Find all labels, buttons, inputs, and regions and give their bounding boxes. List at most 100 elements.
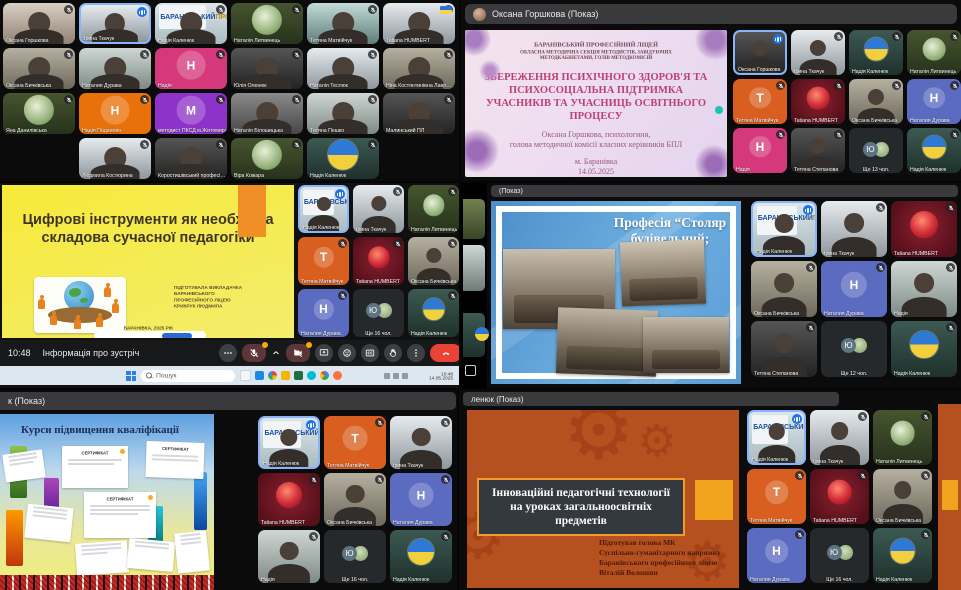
figure-shape [112,303,119,313]
mic-off-button[interactable] [242,344,266,362]
app-icon-excel[interactable] [294,371,303,380]
participant-tile[interactable]: Наталія Литвинець [231,3,303,44]
app-icon-firefox[interactable] [333,371,342,380]
participant-name: Наталия Дурава [301,330,341,336]
participant-tile[interactable]: Наталия Дурава [79,48,151,89]
participant-tile[interactable]: Надія [891,261,957,317]
participant-name: Тетяна Матвійчук [750,517,792,523]
participant-tile[interactable]: БАРАНІВСЬКИЙПРОФЕСІЙНИЙ ЛІЦЕЙ Надія Кале… [751,201,817,257]
participant-tile[interactable]: Оксана Бичківська [751,261,817,317]
participant-tile[interactable]: Н Наталия Дурава [298,289,349,337]
participant-tile[interactable]: Наталія Литвинець [907,30,961,75]
reactions-button[interactable] [338,344,356,362]
participant-tile[interactable]: Яна Данилівська [3,93,75,134]
participant-tile[interactable]: Надія Каленюк [873,528,932,583]
raise-hand-button[interactable] [384,344,402,362]
participant-tile[interactable]: Н Надія [733,128,787,173]
participant-tile[interactable]: Оксана Горшкова [3,3,75,44]
participant-tile[interactable]: Н Наталия Дурава [907,79,961,124]
chevron-up-icon[interactable] [271,344,281,362]
participant-tile[interactable]: Наталія Теслюк [307,48,379,89]
participant-tile[interactable]: Тетяна Степанова [791,128,845,173]
certificate-card: СЕРТИФІКАТ [145,441,204,479]
participant-tile[interactable]: Тетяна Пешко [307,93,379,134]
participant-tile[interactable]: Т Тетяна Матвійчук [324,416,386,469]
participant-tile[interactable]: Надія Каленюк [307,138,379,179]
participant-tile[interactable]: Т Тетяна Матвійчук [733,79,787,124]
participant-tile[interactable]: Надія Каленюк [408,289,459,337]
participant-tile[interactable]: Юлія Оленюк [231,48,303,89]
participant-tile[interactable]: Ірина Ткачук [810,410,869,465]
participant-tile[interactable]: Ніна Костянтинівна Лавр… [383,48,455,89]
participant-tile[interactable]: Тетяна Матвійчук [307,3,379,44]
participant-tile[interactable]: Оксана Бичківська [873,469,932,524]
participant-tile[interactable]: Tatiana HUMBERT [891,201,957,257]
app-icon-chrome[interactable] [268,371,277,380]
participant-tile[interactable]: БАРАНІВСЬКИЙПРОФЕСІЙНИЙ ЛІЦЕЙ Надія Кале… [747,410,806,465]
system-tray[interactable] [384,373,408,379]
participant-tile[interactable]: Надія Каленюк [907,128,961,173]
app-icon-chrome-2[interactable] [320,371,329,380]
participant-tile[interactable]: Ю Ще 12 чол. [821,321,887,377]
participant-tile[interactable]: Н Наталия Дурава [821,261,887,317]
taskbar-search[interactable]: Пошук [141,370,235,382]
taskbar-clock[interactable]: 10:48 14.05.2025 [429,371,453,379]
camera-off-button[interactable] [286,344,310,362]
app-icon-blue[interactable] [255,371,264,380]
participant-tile[interactable]: Т Тетяна Матвійчук [747,469,806,524]
participant-tile[interactable]: Ю Ще 16 чол. [353,289,404,337]
participant-tile[interactable]: Ірина Ткачук [821,201,887,257]
participant-tile[interactable]: Ю Ще 16 чол. [324,530,386,583]
participant-tile[interactable]: Н Надія Поданева [79,93,151,134]
app-icon-folder[interactable] [281,371,290,380]
participant-tile[interactable]: Надія Каленюк [390,530,452,583]
workshop-photo [643,317,729,373]
participant-tile[interactable]: Оксана Бичківська [408,237,459,285]
participant-tile[interactable]: БАРАНІВСЬКИЙПРОФЕСІЙНИЙ ЛІЦЕЙ Надія Кале… [298,185,349,233]
participant-tile[interactable]: Наталія Литвинець [873,410,932,465]
app-icon-teal[interactable] [307,371,316,380]
participant-tile[interactable]: Tatiana HUMBERT [353,237,404,285]
participant-tile[interactable]: Людмила Костюрина [79,138,151,179]
participant-tile[interactable]: Tatiana HUMBERT [258,473,320,526]
participant-tile[interactable]: Оксана Горшкова [733,30,787,75]
more-options-button[interactable] [219,344,237,362]
participant-tile[interactable]: Ірина Ткачук [390,416,452,469]
participant-tile[interactable]: Н Надія [155,48,227,89]
participant-tile[interactable]: Ю Ще 13 чол. [849,128,903,173]
participant-tile[interactable]: М методист ПКСД м.Житомира [155,93,227,134]
participant-tile[interactable]: Надія Каленюк [849,30,903,75]
captions-button[interactable] [361,344,379,362]
app-icon-document[interactable] [240,370,251,381]
participant-tile[interactable]: Н Наталия Дурава [390,473,452,526]
participant-tile[interactable]: Віра Кожара [231,138,303,179]
participant-tile[interactable]: Ірина Ткачук [79,3,151,44]
participant-tile[interactable]: Наталія Білошицька [231,93,303,134]
participant-tile[interactable]: Н Наталия Дурава [747,528,806,583]
more-vertical-button[interactable] [407,344,425,362]
participant-tile[interactable]: БАРАНІВСЬКИЙПРОФЕСІЙНИЙ ЛІЦЕЙ Надія Кале… [258,416,320,469]
participant-tile[interactable]: БАРАНІВСЬКИЙПРОФЕСІЙНИЙ ЛІЦЕЙ Надія Кале… [155,3,227,44]
participant-tile[interactable]: Малинський ПЛ [383,93,455,134]
participant-tile[interactable]: Ірина Ткачук [791,30,845,75]
participant-tile[interactable]: Наталія Литвинець [408,185,459,233]
end-call-button[interactable] [430,344,459,362]
participant-tile[interactable]: Оксана Бичківська [324,473,386,526]
participant-tile[interactable]: Коростишівський професі… [155,138,227,179]
participant-tile[interactable]: Т Тетяна Матвійчук [298,237,349,285]
participant-tile[interactable]: Tatiana HUMBERT [791,79,845,124]
participant-tile[interactable]: Тетяна Степанова [751,321,817,377]
mic-off-icon [368,140,377,149]
participant-tile[interactable]: Оксана Бичківська [849,79,903,124]
participant-tile[interactable]: Оксана Бичківська [3,48,75,89]
slide-credit: Підготував голова МК Суспільно-гуманітар… [599,538,721,578]
windows-start-button[interactable] [126,371,136,381]
participant-tile[interactable]: Надія Каленюк [891,321,957,377]
participant-tile[interactable]: Ю Ще 16 чол. [810,528,869,583]
present-screen-button[interactable] [315,344,333,362]
participant-tile[interactable]: Ірина Ткачук [353,185,404,233]
participant-tile[interactable]: Надія [258,530,320,583]
meeting-info-label[interactable]: Інформація про зустріч [43,348,140,358]
participant-tile[interactable]: Tatiana HUMBERT [810,469,869,524]
participant-tile[interactable]: Tatiana HUMBERT [383,3,455,44]
